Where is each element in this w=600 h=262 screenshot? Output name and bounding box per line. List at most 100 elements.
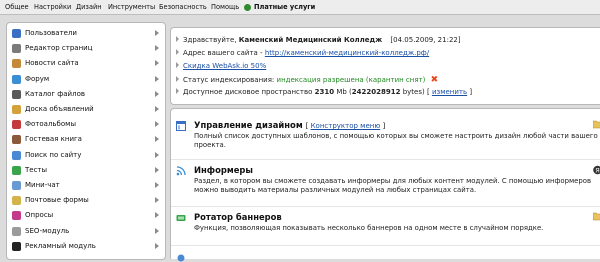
photo-albums-icon xyxy=(12,120,21,130)
sidebar-item-label: Пользователи xyxy=(25,29,77,37)
disk-free-mb: 2310 xyxy=(314,88,335,96)
seo-icon xyxy=(12,226,21,236)
disk-space-label: Доступное дисковое пространство xyxy=(183,88,313,96)
menu-settings[interactable]: Настройки xyxy=(34,3,71,11)
sidebar-item-label: Редактор страниц xyxy=(25,44,93,53)
sidebar-item-label: Каталог файлов xyxy=(25,89,85,98)
sidebar-item[interactable]: Гостевая книга xyxy=(7,132,165,147)
section-banners-desc: Функция, позволяющая показывать нескольк… xyxy=(194,224,544,232)
banner-rotator-icon xyxy=(176,215,186,221)
chevron-right-icon xyxy=(155,75,159,82)
index-status-value: индексация разрешена (карантин снят) xyxy=(276,76,426,84)
chevron-right-icon xyxy=(155,90,159,97)
bullet-icon xyxy=(176,76,179,82)
board-icon xyxy=(12,105,21,114)
sidebar-item[interactable]: Каталог файлов xyxy=(7,87,165,102)
sidebar-item-label: Гостевая книга xyxy=(25,135,82,144)
sidebar-item[interactable]: SEO-модуль xyxy=(7,224,165,239)
sidebar-item[interactable]: Почтовые формы xyxy=(7,193,165,208)
mail-forms-icon xyxy=(12,196,21,206)
yandex-icon[interactable]: Я xyxy=(593,165,600,175)
sidebar-item-label: Новости сайта xyxy=(25,59,79,68)
menu-security[interactable]: Безопасность xyxy=(159,3,207,11)
top-menu-bar: Общее Настройки Дизайн Инструменты Безоп… xyxy=(0,0,600,15)
change-disk-link[interactable]: изменить xyxy=(432,88,467,96)
forum-icon xyxy=(12,74,21,84)
chevron-right-icon xyxy=(155,182,159,188)
bullet-icon xyxy=(176,62,179,68)
folder-icon[interactable] xyxy=(593,211,600,221)
section-informers-title[interactable]: Информеры xyxy=(194,165,253,175)
section-next xyxy=(176,250,600,262)
sidebar-item-label: Поиск по сайту xyxy=(25,150,82,159)
sidebar-item-label: Рекламный модуль xyxy=(25,241,96,250)
bullet-icon xyxy=(176,88,179,94)
section-informers: Информеры Раздел, в котором вы сможете с… xyxy=(176,164,600,206)
design-title-text[interactable]: Управление дизайном xyxy=(194,120,303,130)
next-section-icon xyxy=(177,254,185,262)
user-name: Каменский Медицинский Колледж xyxy=(238,36,383,44)
section-design: Управление дизайном [ Конструктор меню ]… xyxy=(176,119,600,159)
section-divider xyxy=(171,159,600,160)
login-datetime: [04.05.2009, 21:22] xyxy=(390,36,461,44)
chevron-right-icon xyxy=(155,227,159,234)
sidebar-item-label: Доска объявлений xyxy=(25,105,94,113)
bullet-icon xyxy=(176,49,179,55)
chevron-right-icon xyxy=(155,136,159,143)
sidebar-item[interactable]: Тесты xyxy=(7,163,165,178)
polls-icon xyxy=(12,211,21,221)
section-banners-title[interactable]: Ротатор баннеров xyxy=(194,212,282,222)
close-quarantine-icon[interactable]: ✖ xyxy=(431,75,439,85)
menu-general[interactable]: Общее xyxy=(5,3,29,11)
greeting-row: Здравствуйте, Каменский Медицинский Колл… xyxy=(176,36,461,48)
sidebar-item[interactable]: Пользователи xyxy=(7,26,165,41)
sidebar-item[interactable]: Опросы xyxy=(7,208,165,223)
menu-tools[interactable]: Инструменты xyxy=(108,3,155,11)
mini-chat-icon xyxy=(12,181,21,190)
sidebar-item[interactable]: Редактор страниц xyxy=(7,41,165,56)
section-banners: Ротатор баннеров Функция, позволяющая по… xyxy=(176,211,600,241)
sidebar-item[interactable]: Доска объявлений xyxy=(7,102,165,117)
chevron-right-icon xyxy=(155,30,159,36)
chevron-right-icon xyxy=(155,151,159,158)
search-icon xyxy=(12,150,21,160)
sidebar-item-label: Почтовые формы xyxy=(25,196,89,205)
sidebar-item[interactable]: Мини-чат xyxy=(7,178,165,193)
section-design-title: Управление дизайном [ Конструктор меню ] xyxy=(194,120,386,130)
chevron-right-icon xyxy=(155,197,159,204)
greeting-label: Здравствуйте, xyxy=(183,36,237,44)
discount-link[interactable]: Скидка WebAsk.io 50% xyxy=(183,62,266,70)
sidebar-item-label: Форум xyxy=(25,74,50,83)
news-icon xyxy=(12,59,21,69)
sidebar-item[interactable]: Поиск по сайту xyxy=(7,148,165,163)
files-catalog-icon xyxy=(12,89,21,99)
site-address-link[interactable]: http://каменский-медицинский-колледж.рф/ xyxy=(265,49,429,57)
informers-icon xyxy=(176,166,186,176)
svg-text:Я: Я xyxy=(595,167,600,175)
sidebar-item[interactable]: Новости сайта xyxy=(7,56,165,71)
sidebar-item-label: Опросы xyxy=(25,211,54,220)
sidebar-item[interactable]: Форум xyxy=(7,72,165,87)
menu-paid-services[interactable]: Платные услуги xyxy=(254,3,315,11)
sidebar-item[interactable]: Рекламный модуль xyxy=(7,239,165,254)
chevron-right-icon xyxy=(155,166,159,173)
page-editor-icon xyxy=(12,44,21,54)
menu-design[interactable]: Дизайн xyxy=(76,3,102,11)
sidebar-item[interactable]: Фотоальбомы xyxy=(7,117,165,132)
disk-mb-unit: Mb ( xyxy=(336,88,352,96)
guestbook-icon xyxy=(12,135,21,145)
menu-help[interactable]: Помощь xyxy=(211,3,239,11)
site-info-panel: Здравствуйте, Каменский Медицинский Колл… xyxy=(170,27,600,105)
ads-icon xyxy=(12,241,21,251)
folder-icon[interactable] xyxy=(593,119,600,129)
menu-constructor-link[interactable]: Конструктор меню xyxy=(311,122,381,130)
chevron-right-icon xyxy=(155,212,159,219)
paid-services-icon xyxy=(244,4,251,11)
section-divider xyxy=(171,206,600,207)
users-icon xyxy=(12,29,21,38)
section-divider xyxy=(171,245,600,246)
design-icon xyxy=(176,121,186,131)
disk-bracket: ] xyxy=(469,88,473,96)
bullet-icon xyxy=(176,36,179,42)
chevron-right-icon xyxy=(155,242,159,249)
